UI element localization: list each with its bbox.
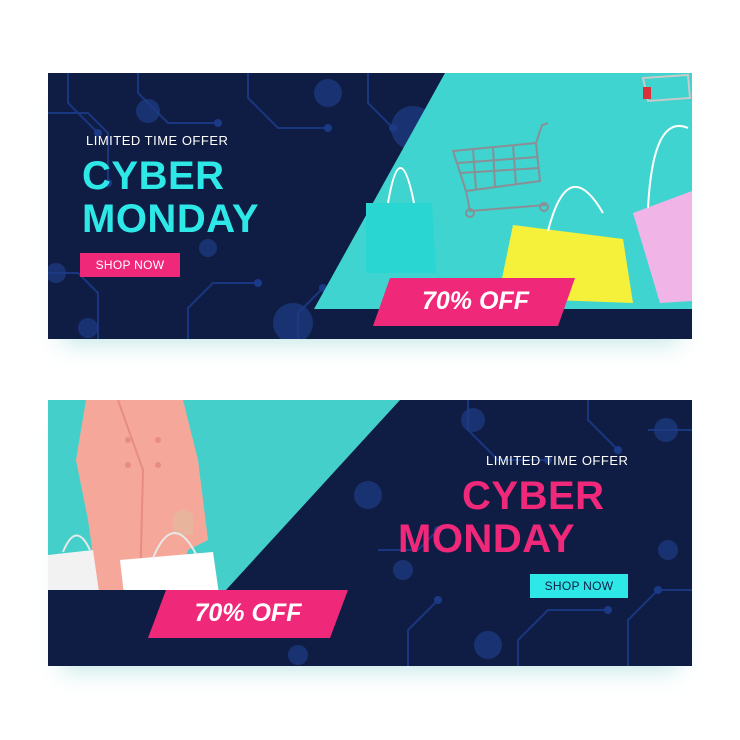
shop-now-button[interactable]: SHOP NOW xyxy=(530,574,628,598)
banner-background xyxy=(48,400,692,666)
offer-label: LIMITED TIME OFFER xyxy=(486,453,629,468)
discount-label: 70% OFF xyxy=(194,599,302,627)
shop-now-button[interactable]: SHOP NOW xyxy=(80,253,180,277)
discount-label: 70% OFF xyxy=(422,287,529,315)
cyber-monday-banner-top: LIMITED TIME OFFER CYBER MONDAY SHOP NOW… xyxy=(48,73,692,339)
offer-label: LIMITED TIME OFFER xyxy=(86,133,229,148)
title-cyber: CYBER xyxy=(82,154,225,198)
cyber-monday-banner-bottom: LIMITED TIME OFFER CYBER MONDAY SHOP NOW… xyxy=(48,400,692,666)
title-cyber: CYBER xyxy=(462,474,605,518)
title-monday: MONDAY xyxy=(398,517,576,561)
title-monday: MONDAY xyxy=(82,197,260,241)
